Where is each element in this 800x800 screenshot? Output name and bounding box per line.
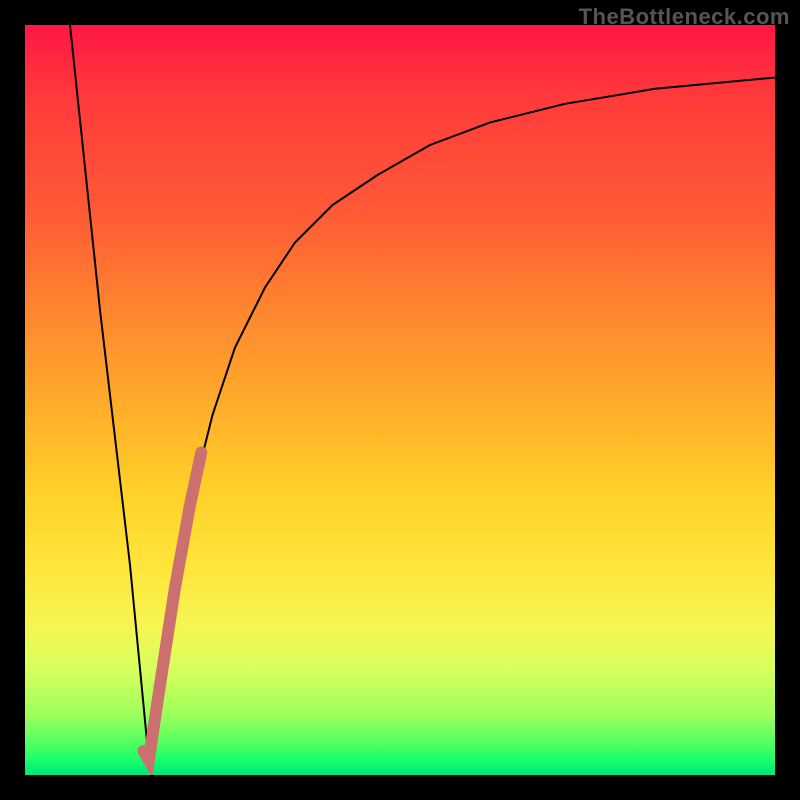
watermark-text: TheBottleneck.com [579,4,790,30]
series-right-log-curve [149,78,775,761]
chart-frame: TheBottleneck.com [0,0,800,800]
chart-svg [25,25,775,775]
series-left-descent [70,25,149,760]
plot-area [25,25,775,775]
series-pink-segment [144,453,202,761]
